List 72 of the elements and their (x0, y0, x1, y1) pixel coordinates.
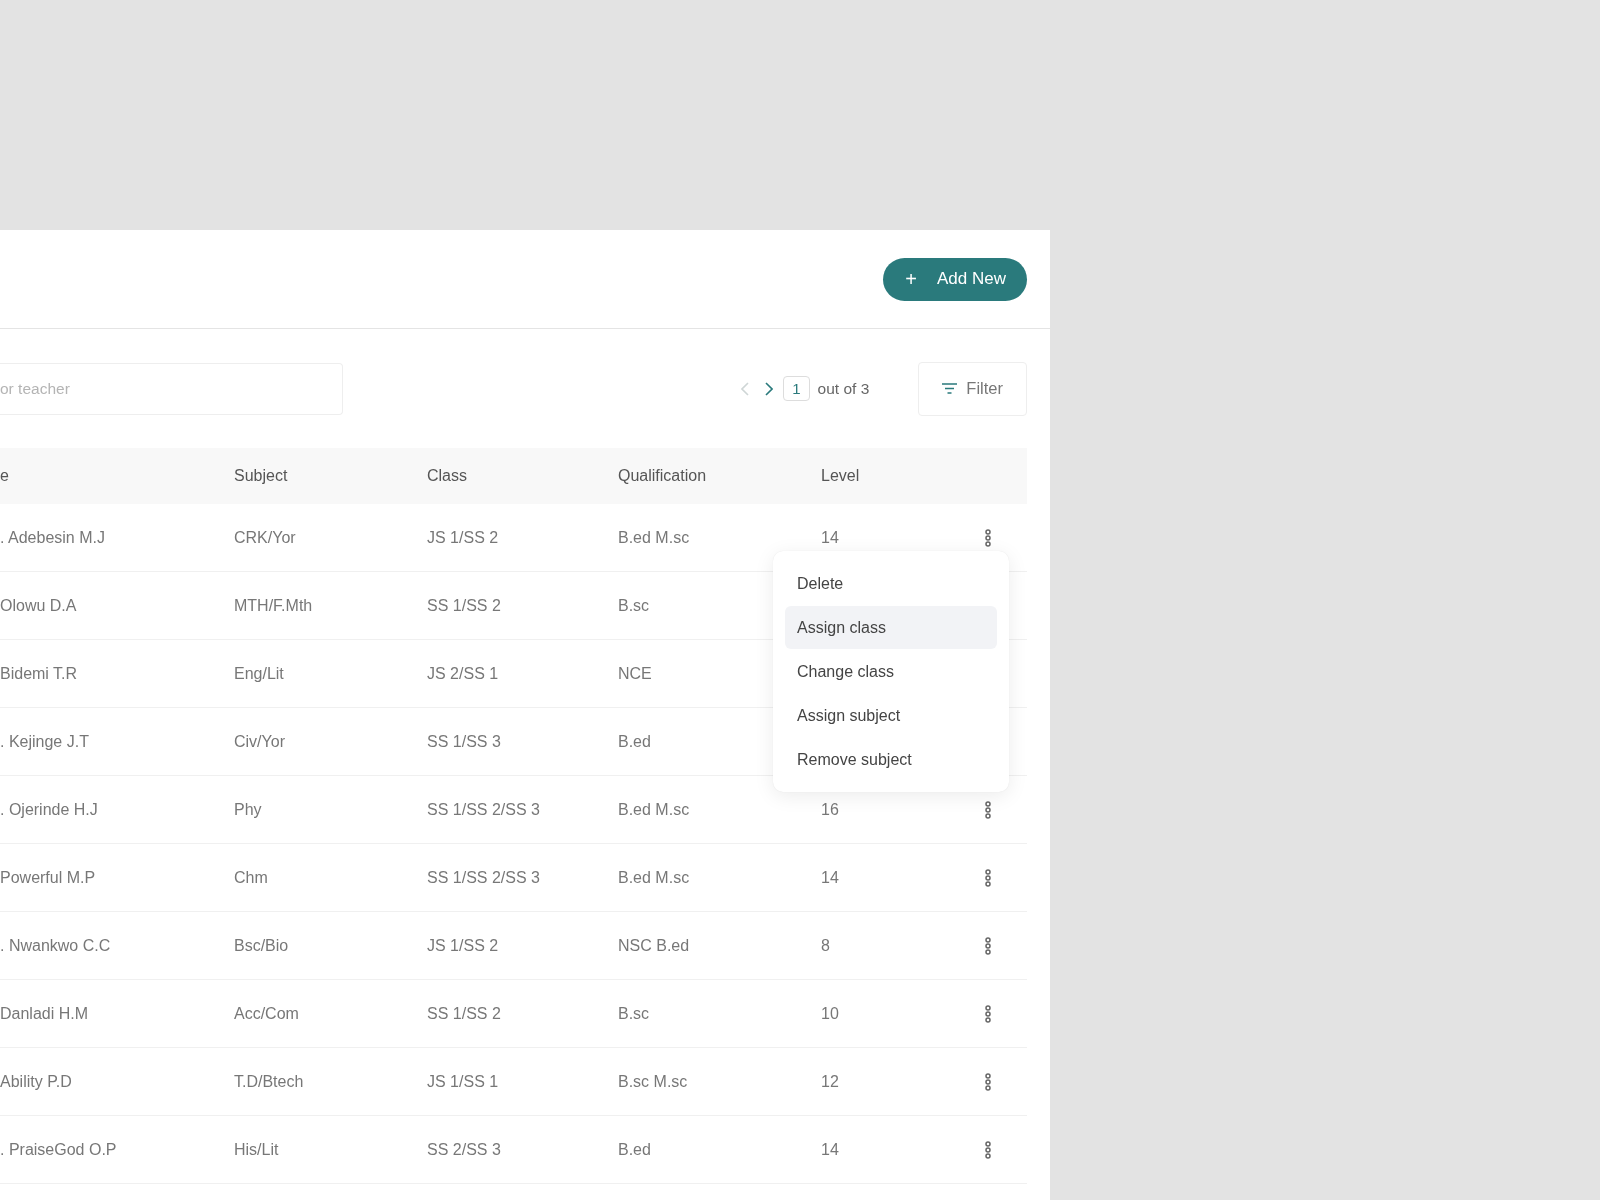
table-cell-text: 14 (821, 1140, 840, 1159)
table-cell-text: Ability P.D (0, 1072, 73, 1091)
table-cell-text: 12 (821, 1072, 840, 1091)
menu-item[interactable]: Assign subject (785, 694, 997, 737)
table-cell-text: 14 (821, 868, 840, 887)
add-new-button[interactable]: + Add New (883, 257, 1027, 301)
table-cell-text: Phy (234, 800, 263, 819)
column-header: Subject (234, 467, 289, 485)
table-cell-text: Eng/Lit (234, 664, 285, 683)
menu-item[interactable]: Remove subject (785, 738, 997, 781)
table-cell-text: JS 1/SS 1 (427, 1072, 500, 1091)
page-total: out of 3 (817, 379, 870, 398)
table-cell-text: Olowu D.A (0, 596, 78, 615)
more-options-icon[interactable] (983, 934, 993, 957)
menu-item[interactable]: Assign class (785, 606, 997, 649)
table-cell-text: SS 1/SS 3 (427, 732, 502, 751)
more-options-icon[interactable] (983, 866, 993, 889)
table-cell-text: SS 1/SS 2 (427, 1004, 502, 1023)
chevron-left-icon (741, 381, 750, 396)
table-cell-text: His/Lit (234, 1140, 280, 1159)
filter-icon (942, 383, 958, 394)
table-cell-text: . PraiseGod O.P (0, 1140, 118, 1159)
table-cell-text: SS 1/SS 2 (427, 596, 502, 615)
table-cell-text: SS 2/SS 3 (427, 1140, 502, 1159)
table-cell-text: 14 (821, 528, 840, 547)
search-field[interactable]: or teacher (0, 362, 343, 415)
table-cell-text: . Adebesin M.J (0, 528, 106, 547)
chevron-right-icon (765, 381, 774, 396)
table-cell-text: B.ed M.sc (618, 868, 691, 887)
table-cell-text: SS 1/SS 2/SS 3 (427, 868, 541, 887)
table-cell-text: MTH/F.Mth (234, 596, 314, 615)
table-cell-text: Bsc/Bio (234, 936, 290, 955)
table-cell-text: JS 1/SS 2 (427, 936, 500, 955)
table-cell-text: Civ/Yor (234, 732, 286, 751)
table-cell-text: B.ed (618, 1140, 652, 1159)
more-options-icon[interactable] (983, 798, 993, 821)
table-cell-text: 16 (821, 800, 840, 819)
table-cell-text: JS 1/SS 2 (427, 528, 500, 547)
table-cell-text: Chm (234, 868, 269, 887)
table-cell-text: B.ed M.sc (618, 528, 691, 547)
table-cell-text: . Ojerinde H.J (0, 800, 99, 819)
table-cell-text: T.D/Btech (234, 1072, 305, 1091)
table-cell-text: 10 (821, 1004, 840, 1023)
table-cell-text: B.ed (618, 732, 652, 751)
column-header: e (0, 467, 10, 485)
table-cell-text: 8 (821, 936, 831, 955)
more-options-icon[interactable] (983, 1070, 993, 1093)
table-cell-text: Powerful M.P (0, 868, 97, 887)
table-cell-text: B.sc (618, 1004, 651, 1023)
table-cell-text: CRK/Yor (234, 528, 297, 547)
page-number-field[interactable]: 1 (783, 376, 810, 401)
more-options-icon[interactable] (983, 1002, 993, 1025)
table-cell-text: B.sc M.sc (618, 1072, 689, 1091)
table-cell-text: . Kejinge J.T (0, 732, 90, 751)
table-cell-text: JS 2/SS 1 (427, 664, 500, 683)
table-cell-text: NSC B.ed (618, 936, 691, 955)
more-options-icon[interactable] (983, 1138, 993, 1161)
plus-icon: + (905, 269, 917, 289)
column-header: Class (427, 467, 468, 485)
table-cell-text: Acc/Com (234, 1004, 300, 1023)
table-cell-text: Bidemi T.R (0, 664, 79, 683)
more-options-icon[interactable] (983, 526, 993, 549)
table-cell-text: . Nwankwo C.C (0, 936, 112, 955)
menu-item[interactable]: Change class (785, 650, 997, 693)
table-cell-text: SS 1/SS 2/SS 3 (427, 800, 541, 819)
filter-button[interactable]: Filter (918, 361, 1027, 416)
column-header: Qualification (618, 467, 708, 485)
table-cell-text: B.ed M.sc (618, 800, 691, 819)
table-cell-text: B.sc (618, 596, 651, 615)
table-cell-text: Danladi H.M (0, 1004, 90, 1023)
menu-item[interactable]: Delete (785, 562, 997, 605)
column-header: Level (821, 467, 861, 485)
